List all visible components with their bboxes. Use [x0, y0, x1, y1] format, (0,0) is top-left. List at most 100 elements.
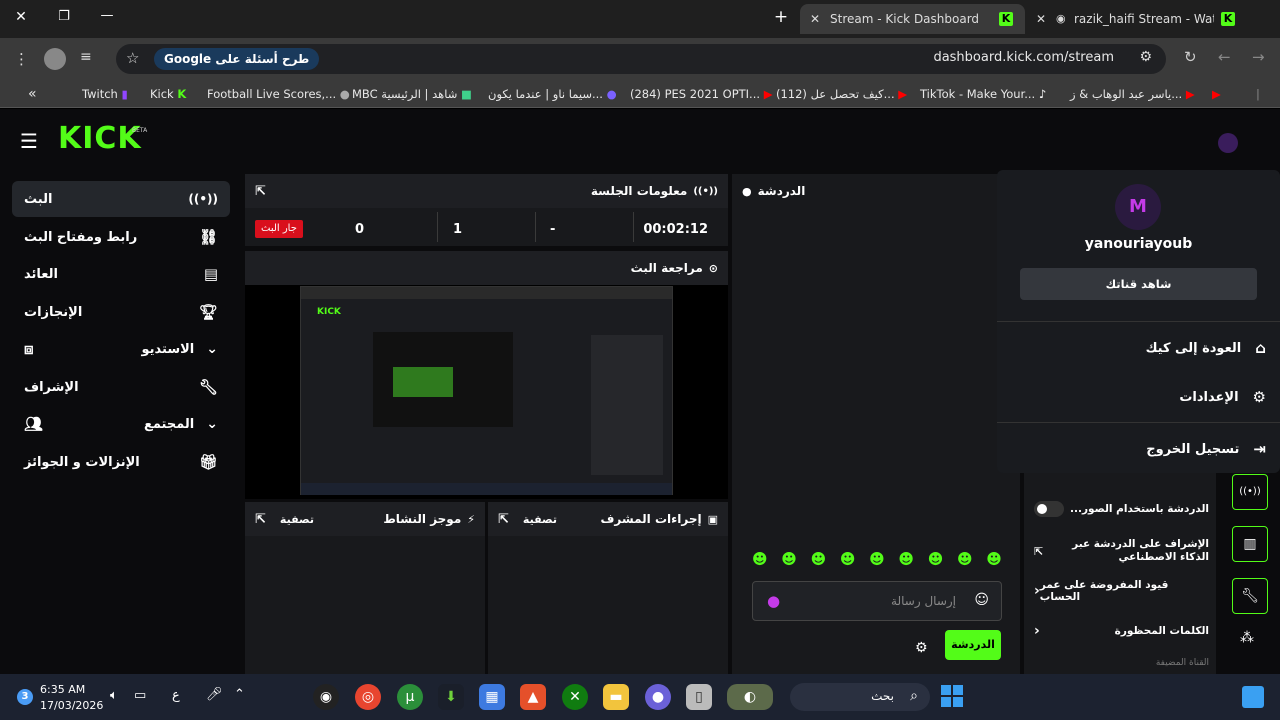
- chevron-up-icon[interactable]: ⌃: [234, 687, 245, 702]
- menu-item-back-to-kick[interactable]: العودة إلى كيك ⌂: [997, 333, 1280, 363]
- sidebar-item-studio[interactable]: ⧈ الاستديو ⌄: [12, 331, 230, 367]
- chat-input-box[interactable]: ● إرسال رسالة ☺: [752, 581, 1002, 621]
- tab-close-icon[interactable]: ✕: [810, 4, 820, 34]
- broadcast-tool-icon[interactable]: ((•)): [1232, 474, 1268, 510]
- sidebar-item-revenue[interactable]: العائد ▤: [12, 256, 230, 292]
- bookmarks-collapse-icon[interactable]: «: [28, 85, 37, 103]
- emote-icon[interactable]: ☻: [840, 550, 856, 572]
- emote-icon[interactable]: ☻: [928, 550, 944, 572]
- volume-icon[interactable]: 🔈︎: [110, 688, 118, 703]
- emote-icon[interactable]: ☻: [752, 550, 768, 572]
- star-icon[interactable]: ☆: [126, 49, 139, 67]
- voice-icon[interactable]: ●: [767, 592, 780, 610]
- bookmark-pes[interactable]: (284) PES 2021 OPTI... ▶: [630, 85, 773, 103]
- sidebar-item-stream[interactable]: البث ((•)): [12, 181, 230, 217]
- utorrent-icon[interactable]: µ: [397, 684, 423, 710]
- omnibox[interactable]: ☆ Google طرح أسئلة على dashboard.kick.co…: [116, 44, 1166, 74]
- setting-row[interactable]: › قيود المفروضة على عمر الحساب: [1034, 579, 1209, 603]
- emote-icon[interactable]: ☻: [898, 550, 914, 572]
- notification-badge[interactable]: 3: [17, 689, 33, 705]
- restore-window-icon[interactable]: ❐: [55, 9, 73, 24]
- download-manager-icon[interactable]: ⬇: [438, 684, 464, 710]
- obs-icon[interactable]: ◉: [313, 684, 339, 710]
- setting-row[interactable]: › الكلمات المحظورة: [1034, 620, 1209, 642]
- windows-start-icon[interactable]: [941, 685, 963, 707]
- chat-settings-icon[interactable]: ⚙: [915, 640, 928, 656]
- layout-tool-icon[interactable]: ▥: [1232, 526, 1268, 562]
- youtube-icon[interactable]: ▶: [1212, 85, 1221, 103]
- menu-item-logout[interactable]: تسجيل الخروج ⇥: [997, 434, 1280, 464]
- show-desktop-icon[interactable]: [1242, 686, 1264, 708]
- bookmark-kick[interactable]: Kick K: [150, 85, 186, 103]
- user-avatar: M: [1115, 184, 1161, 230]
- bookmark-kayf[interactable]: (112) كيف تحصل عل... ▶: [776, 85, 907, 103]
- filter-button[interactable]: تصفية: [280, 513, 314, 526]
- network-icon[interactable]: ▭: [134, 688, 146, 703]
- sidebar-item-achievements[interactable]: الإنجازات 🏆︎: [12, 294, 230, 330]
- bookmark-shahid[interactable]: MBC شاهد | الرئيسية ■: [352, 85, 472, 103]
- sidebar-item-drops[interactable]: الإنزالات و الجوائز 🎁︎: [12, 444, 230, 480]
- emote-icon[interactable]: ☻: [811, 550, 827, 572]
- sidebar-item-moderation[interactable]: الإشراف 🔧︎: [12, 369, 230, 405]
- chevron-down-icon[interactable]: ⌄: [206, 416, 218, 432]
- language-indicator[interactable]: ع: [172, 688, 180, 703]
- close-window-icon[interactable]: ✕: [12, 9, 30, 25]
- expand-icon[interactable]: ⇱: [255, 512, 266, 527]
- bookmark-football[interactable]: Football Live Scores,... ●: [207, 85, 350, 103]
- send-chat-button[interactable]: الدردشة: [945, 630, 1001, 660]
- file-explorer-icon[interactable]: ▬: [603, 684, 629, 710]
- kick-logo[interactable]: KICK: [58, 121, 142, 156]
- site-settings-icon[interactable]: ⚙: [1139, 49, 1152, 65]
- clock-date[interactable]: 17/03/2026: [40, 699, 103, 712]
- url-text[interactable]: dashboard.kick.com/stream: [933, 50, 1114, 65]
- share-icon[interactable]: ⁂: [1240, 630, 1254, 646]
- reading-list-icon[interactable]: ≡: [80, 49, 92, 65]
- bookmark-tiktok[interactable]: TikTok - Make Your... ♪: [920, 85, 1046, 103]
- microphone-icon[interactable]: 🎤︎: [206, 687, 223, 702]
- chat-app-icon[interactable]: ●: [645, 684, 671, 710]
- toggle-switch[interactable]: [1034, 501, 1064, 517]
- preview-video[interactable]: KICK: [300, 286, 673, 495]
- expand-icon[interactable]: ⇱: [255, 184, 266, 199]
- chevron-down-icon[interactable]: ⌄: [206, 341, 218, 357]
- stadium-widget-icon[interactable]: ◐: [727, 684, 773, 710]
- xbox-icon[interactable]: ✕: [562, 684, 588, 710]
- filter-button[interactable]: تصفية: [523, 513, 557, 526]
- taskview-icon[interactable]: ▯: [686, 684, 712, 710]
- back-icon[interactable]: ←: [1218, 48, 1231, 66]
- wrench-tool-icon[interactable]: 🔧︎: [1232, 578, 1268, 614]
- store-icon[interactable]: ▦: [479, 684, 505, 710]
- emote-icon[interactable]: ☻: [781, 550, 797, 572]
- emoji-icon[interactable]: ☺: [974, 592, 989, 608]
- menu-dots-icon[interactable]: ⋮: [14, 50, 29, 68]
- tab-close-icon[interactable]: ✕: [1036, 4, 1046, 34]
- bookmark-cima[interactable]: سيما ناو | عندما يكون... ●: [488, 85, 617, 103]
- kick-icon: K: [177, 87, 187, 101]
- chat-input[interactable]: إرسال رسالة: [891, 594, 956, 608]
- search-box[interactable]: ⌕ بحث: [790, 683, 930, 711]
- tab-stream-dashboard[interactable]: ✕ Stream - Kick Dashboard K: [800, 4, 1025, 34]
- expand-icon[interactable]: ⇱: [498, 512, 509, 527]
- emote-icon[interactable]: ☻: [986, 550, 1002, 572]
- clock-time[interactable]: 6:35 AM: [40, 683, 85, 696]
- reload-icon[interactable]: ↻: [1184, 48, 1197, 66]
- emote-icon[interactable]: ☻: [869, 550, 885, 572]
- user-avatar-button[interactable]: [1218, 133, 1238, 153]
- emote-icon[interactable]: ☻: [957, 550, 973, 572]
- chrome-icon[interactable]: ◎: [355, 684, 381, 710]
- minimize-window-icon[interactable]: —: [98, 8, 116, 23]
- sidebar-item-community[interactable]: 👥︎ المجتمع ⌄: [12, 406, 230, 442]
- bookmark-twitch[interactable]: Twitch ▮: [82, 85, 128, 103]
- google-lens-chip[interactable]: Google طرح أسئلة على: [154, 48, 320, 70]
- sidebar-item-stream-key[interactable]: رابط ومفتاح البث ⛓: [12, 219, 230, 255]
- watch-channel-button[interactable]: شاهد قناتك: [1020, 268, 1257, 300]
- profile-avatar[interactable]: [44, 48, 66, 70]
- hamburger-menu-icon[interactable]: ☰: [20, 129, 38, 153]
- tab-razik-stream[interactable]: ✕ ◉ razik_haifi Stream - Watch L K: [1030, 4, 1245, 34]
- forward-icon[interactable]: →: [1252, 48, 1265, 66]
- menu-item-settings[interactable]: الإعدادات ⚙: [997, 382, 1280, 412]
- new-tab-button[interactable]: +: [772, 7, 790, 27]
- bookmark-yasser[interactable]: ياسر عبد الوهاب & ز... ▶: [1070, 85, 1195, 103]
- brave-icon[interactable]: ▲: [520, 684, 546, 710]
- setting-row[interactable]: ⇱ الإشراف على الدردشة عبر الذكاء الاصطنا…: [1034, 534, 1209, 568]
